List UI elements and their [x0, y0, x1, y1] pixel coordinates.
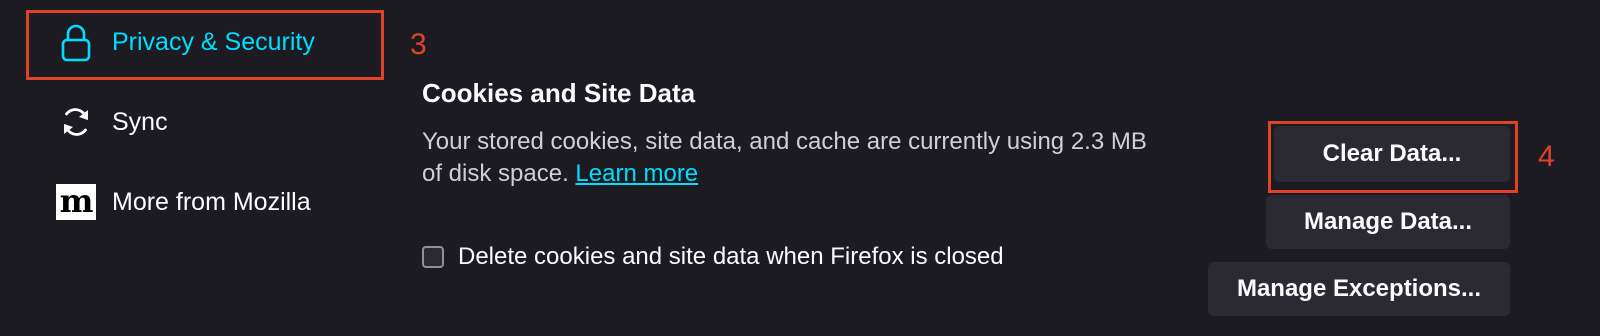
- delete-on-close-option[interactable]: Delete cookies and site data when Firefo…: [422, 243, 1004, 271]
- sidebar-item-label: More from Mozilla: [112, 187, 311, 216]
- description-text: of disk space.: [422, 160, 569, 187]
- mozilla-logo-icon: m: [56, 182, 96, 222]
- manage-data-button[interactable]: Manage Data...: [1266, 195, 1510, 249]
- cookies-description: Your stored cookies, site data, and cach…: [422, 126, 1222, 190]
- sidebar-item-label: Sync: [112, 107, 168, 136]
- delete-on-close-checkbox[interactable]: [422, 246, 444, 268]
- description-line: of disk space. Learn more: [422, 158, 1222, 190]
- annotation-box-privacy: [26, 10, 384, 80]
- manage-exceptions-button[interactable]: Manage Exceptions...: [1208, 262, 1510, 316]
- section-title: Cookies and Site Data: [422, 78, 696, 108]
- preferences-page: Privacy & Security Sync m More from Mozi…: [0, 0, 1600, 336]
- sidebar-item-sync[interactable]: Sync: [56, 100, 168, 144]
- description-line: Your stored cookies, site data, and cach…: [422, 128, 1147, 155]
- checkbox-label: Delete cookies and site data when Firefo…: [458, 243, 1004, 270]
- clear-data-button[interactable]: Clear Data...: [1274, 126, 1510, 182]
- annotation-number: 3: [410, 28, 427, 61]
- mozilla-logo-glyph: m: [56, 184, 96, 220]
- sidebar-item-more-from-mozilla[interactable]: m More from Mozilla: [56, 180, 311, 224]
- sync-icon: [56, 102, 96, 142]
- annotation-number: 4: [1538, 140, 1555, 173]
- learn-more-link[interactable]: Learn more: [575, 160, 698, 187]
